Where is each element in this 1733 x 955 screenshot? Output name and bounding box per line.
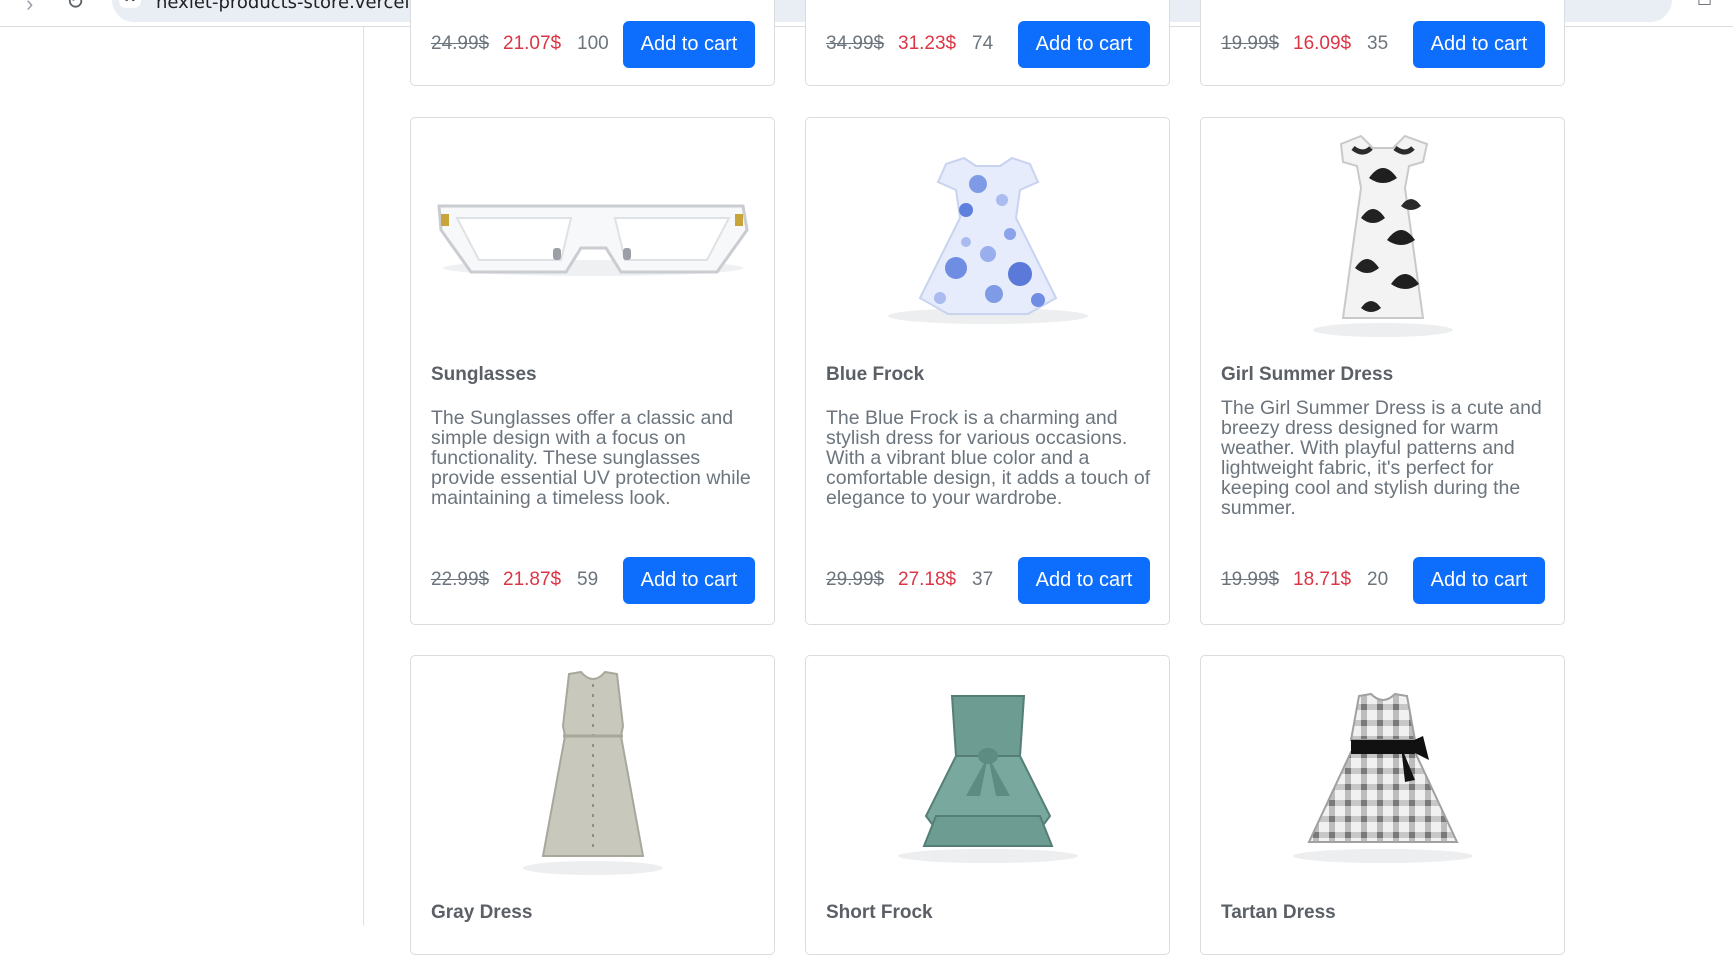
price-row: 29.99$ 27.18$ 37 Add to cart [826,557,1156,605]
product-card: Sunglasses The Sunglasses offer a classi… [410,117,775,625]
price-row: 34.99$ 31.23$ 74 Add to cart [826,21,1156,69]
sale-price: 16.09$ [1293,33,1352,54]
sunglasses-image[interactable] [411,118,774,343]
girl-summer-dress-image[interactable] [1201,118,1564,343]
sale-price: 27.18$ [898,569,957,590]
url-text[interactable]: hexlet-products-store.vercel.app [156,0,449,13]
product-title: Sunglasses [431,364,537,385]
price-row: 22.99$ 21.87$ 59 Add to cart [431,557,761,605]
old-price: 29.99$ [826,569,885,590]
sale-price: 31.23$ [898,33,957,54]
add-to-cart-button[interactable]: Add to cart [623,21,755,68]
stock-count: 20 [1367,569,1389,590]
product-title: Blue Frock [826,364,925,385]
product-title: Girl Summer Dress [1221,364,1394,385]
product-description: The Girl Summer Dress is a cute and bree… [1221,397,1542,519]
product-title: Gray Dress [431,902,533,923]
price-row: 19.99$ 16.09$ 35 Add to cart [1221,21,1551,69]
product-card: 34.99$ 31.23$ 74 Add to cart [805,0,1170,86]
sale-price: 21.87$ [503,569,562,590]
price-row: 24.99$ 21.07$ 100 Add to cart [431,21,761,69]
reload-icon[interactable]: ↻ [66,0,84,15]
add-to-cart-button[interactable]: Add to cart [623,557,755,604]
device-icon[interactable]: ▭ [1697,0,1712,11]
old-price: 22.99$ [431,569,490,590]
old-price: 19.99$ [1221,33,1280,54]
product-description: The Sunglasses offer a classic and simpl… [431,407,751,509]
product-card: 24.99$ 21.07$ 100 Add to cart [410,0,775,86]
short-frock-image[interactable] [806,656,1169,881]
old-price: 19.99$ [1221,569,1280,590]
add-to-cart-button[interactable]: Add to cart [1413,557,1545,604]
sidebar [0,27,364,926]
product-description: The Blue Frock is a charming and stylish… [826,407,1151,509]
product-card: Blue Frock The Blue Frock is a charming … [805,117,1170,625]
add-to-cart-button[interactable]: Add to cart [1018,557,1150,604]
blue-frock-image[interactable] [806,118,1169,343]
product-card: Tartan Dress [1200,655,1565,955]
product-title: Short Frock [826,902,933,923]
stock-count: 35 [1367,33,1389,54]
sale-price: 21.07$ [503,33,562,54]
stock-count: 74 [972,33,994,54]
stock-count: 59 [577,569,599,590]
stock-count: 37 [972,569,994,590]
site-info-icon[interactable]: ⊶ [119,0,141,8]
add-to-cart-button[interactable]: Add to cart [1018,21,1150,68]
sale-price: 18.71$ [1293,569,1352,590]
stock-count: 100 [577,33,609,54]
add-to-cart-button[interactable]: Add to cart [1413,21,1545,68]
tartan-dress-image[interactable] [1201,656,1564,881]
product-title: Tartan Dress [1221,902,1336,923]
old-price: 34.99$ [826,33,885,54]
product-card: 19.99$ 16.09$ 35 Add to cart [1200,0,1565,86]
gray-dress-image[interactable] [411,656,774,881]
product-card: Girl Summer Dress The Girl Summer Dress … [1200,117,1565,625]
product-card: Gray Dress [410,655,775,955]
forward-icon[interactable]: › [26,0,33,17]
price-row: 19.99$ 18.71$ 20 Add to cart [1221,557,1551,605]
product-card: Short Frock [805,655,1170,955]
old-price: 24.99$ [431,33,490,54]
